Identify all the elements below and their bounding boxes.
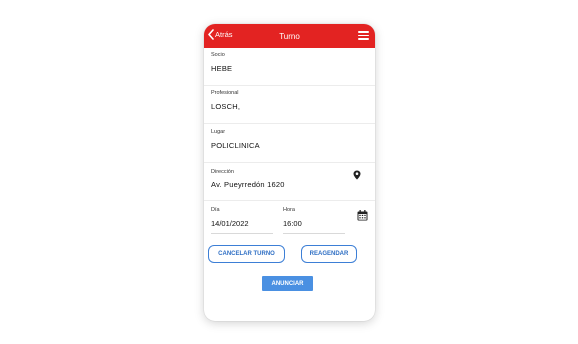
dia-label: Día xyxy=(211,207,220,213)
page-title: Turno xyxy=(279,31,300,41)
field-hora[interactable]: Hora 16:00 xyxy=(283,207,345,234)
announce-button[interactable]: ANUNCIAR xyxy=(262,276,313,291)
field-profesional: Profesional LOSCH, xyxy=(204,86,375,124)
direccion-label: Dirección xyxy=(211,169,234,175)
lugar-value: POLICLINICA xyxy=(211,141,260,150)
lugar-label: Lugar xyxy=(211,129,226,135)
field-dia[interactable]: Día 14/01/2022 xyxy=(211,207,273,234)
socio-value: HEBE xyxy=(211,64,233,73)
back-label: Atrás xyxy=(215,30,233,39)
hora-underline xyxy=(283,233,345,234)
reschedule-button[interactable]: REAGENDAR xyxy=(301,245,357,263)
hamburger-menu-icon[interactable] xyxy=(358,31,369,40)
phone-frame: Atrás Turno Socio HEBE Profesional LOSCH… xyxy=(204,24,375,321)
chevron-left-icon xyxy=(208,29,214,40)
field-direccion: Dirección Av. Pueyrredón 1620 xyxy=(204,163,375,201)
field-lugar: Lugar POLICLINICA xyxy=(204,124,375,163)
back-button[interactable]: Atrás xyxy=(208,29,233,40)
profesional-value: LOSCH, xyxy=(211,102,241,111)
hora-value: 16:00 xyxy=(283,219,302,228)
direccion-value: Av. Pueyrredón 1620 xyxy=(211,180,285,189)
calendar-icon[interactable] xyxy=(357,210,368,221)
profesional-label: Profesional xyxy=(211,90,239,96)
field-socio: Socio HEBE xyxy=(204,48,375,86)
dia-value: 14/01/2022 xyxy=(211,219,249,228)
dia-underline xyxy=(211,233,273,234)
socio-label: Socio xyxy=(211,52,225,58)
map-pin-icon[interactable] xyxy=(353,170,361,180)
hora-label: Hora xyxy=(283,207,295,213)
app-header: Atrás Turno xyxy=(204,24,375,48)
cancel-appointment-button[interactable]: CANCELAR TURNO xyxy=(208,245,285,263)
date-time-row: Día 14/01/2022 Hora 16:00 xyxy=(204,201,375,245)
